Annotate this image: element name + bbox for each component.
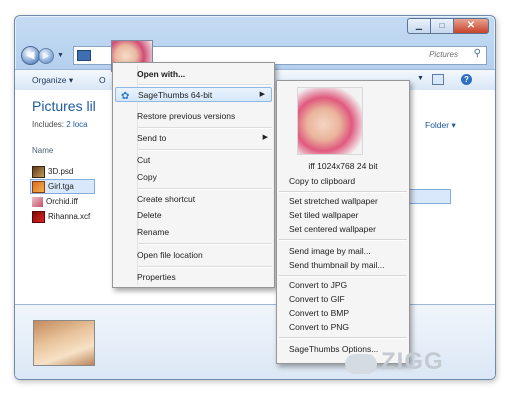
file-name: Orchid.iff (46, 197, 78, 206)
menu-item-label: Send to (137, 133, 167, 143)
sagethumbs-submenu: iff 1024x768 24 bit Copy to clipboard Se… (276, 80, 410, 364)
maximize-button[interactable]: □ (430, 18, 453, 34)
menu-item-open-file-location[interactable]: Open file location (113, 248, 274, 262)
minimize-button[interactable]: ▁ (407, 18, 430, 34)
help-icon[interactable]: ? (461, 74, 472, 85)
includes-label: Includes: (32, 120, 65, 129)
menu-item-open-with[interactable]: Open with... (113, 67, 274, 81)
file-name: Girl.tga (48, 182, 74, 191)
menu-separator (138, 243, 272, 245)
caption-buttons: ▁ □ ✕ (407, 18, 489, 34)
menu-item-label: Cut (137, 155, 151, 165)
arrange-by-dropdown[interactable]: Folder ▾ (425, 120, 456, 131)
navigation-buttons: ◀ ▶ ▼ (21, 46, 64, 65)
recent-pages-dropdown-icon[interactable]: ▼ (57, 52, 64, 59)
menu-item-delete[interactable]: Delete (113, 208, 274, 222)
column-header-name[interactable]: Name (32, 146, 53, 155)
submenu-item-convert-png[interactable]: Convert to PNG (289, 321, 349, 333)
submenu-item-copy-to-clipboard[interactable]: Copy to clipboard (289, 175, 355, 187)
xcf-file-icon (32, 210, 45, 223)
close-button[interactable]: ✕ (453, 18, 489, 34)
submenu-item-convert-gif[interactable]: Convert to GIF (289, 293, 345, 305)
list-item[interactable]: Orchid.iff (32, 194, 95, 209)
organize-button[interactable]: Organize ▾ (32, 75, 73, 86)
list-item[interactable]: Girl.tga (30, 179, 95, 194)
details-thumbnail-image (33, 320, 95, 366)
menu-item-label: SageThumbs 64-bit (138, 90, 213, 100)
submenu-item-tiled-wallpaper[interactable]: Set tiled wallpaper (289, 209, 358, 221)
menu-separator (138, 84, 272, 86)
preview-pane-icon[interactable] (432, 74, 444, 85)
menu-item-label: Create shortcut (137, 194, 196, 204)
file-list: 3D.psd Girl.tga Orchid.iff Rihanna.xcf (30, 164, 95, 224)
submenu-item-convert-jpg[interactable]: Convert to JPG (289, 279, 347, 291)
folder-location-icon (77, 50, 91, 61)
file-name: 3D.psd (48, 167, 74, 176)
menu-separator (138, 149, 272, 151)
menu-separator (279, 239, 407, 241)
psd-file-icon (32, 165, 45, 178)
menu-item-copy[interactable]: Copy (113, 170, 274, 184)
menu-item-rename[interactable]: Rename (113, 225, 274, 239)
tga-file-icon (32, 180, 45, 193)
library-title: Pictures lil (32, 98, 96, 114)
includes-locations-link[interactable]: 2 loca (66, 120, 87, 129)
submenu-item-send-image-by-mail[interactable]: Send image by mail... (289, 245, 371, 257)
forward-arrow-icon[interactable]: ▶ (38, 47, 54, 64)
search-icon[interactable]: ⚲ (474, 48, 481, 59)
submenu-item-convert-bmp[interactable]: Convert to BMP (289, 307, 349, 319)
menu-item-sagethumbs[interactable]: ✿ SageThumbs 64-bit ▶ (115, 87, 272, 102)
menu-item-label: Copy (137, 172, 157, 182)
menu-separator (138, 127, 272, 129)
site-watermark: ZIGG (345, 348, 495, 380)
menu-item-label: Restore previous versions (137, 111, 236, 121)
toolbar-button-cut[interactable]: O (99, 75, 106, 85)
image-preview (297, 87, 363, 155)
cloud-logo-icon (345, 354, 377, 374)
menu-item-label: Open file location (137, 250, 203, 260)
list-item[interactable]: Rihanna.xcf (32, 209, 95, 224)
image-info: iff 1024x768 24 bit (308, 161, 378, 171)
menu-item-cut[interactable]: Cut (113, 153, 274, 167)
menu-item-restore-previous-versions[interactable]: Restore previous versions (113, 109, 274, 123)
menu-separator (138, 188, 272, 190)
menu-item-create-shortcut[interactable]: Create shortcut (113, 192, 274, 206)
menu-item-label: Properties (137, 272, 176, 282)
context-menu: Open with... ✿ SageThumbs 64-bit ▶ Resto… (112, 62, 275, 288)
iff-file-icon (32, 196, 43, 207)
menu-item-label: Rename (137, 227, 170, 237)
submenu-item-send-thumbnail-by-mail[interactable]: Send thumbnail by mail... (289, 259, 384, 271)
submenu-item-centered-wallpaper[interactable]: Set centered wallpaper (289, 223, 376, 235)
submenu-arrow-icon: ▶ (262, 134, 268, 141)
submenu-arrow-icon: ▶ (259, 91, 265, 98)
list-item[interactable]: 3D.psd (32, 164, 95, 179)
search-box-placeholder[interactable]: Pictures (429, 50, 458, 59)
submenu-item-stretched-wallpaper[interactable]: Set stretched wallpaper (289, 195, 378, 207)
watermark-text: ZIGG (381, 348, 444, 375)
menu-item-properties[interactable]: Properties (113, 270, 274, 284)
menu-item-send-to[interactable]: Send to ▶ (113, 131, 274, 145)
file-name: Rihanna.xcf (48, 212, 91, 221)
menu-separator (138, 266, 272, 268)
view-options-dropdown-icon[interactable]: ▼ (417, 75, 424, 82)
library-includes: Includes: 2 loca (32, 120, 88, 129)
menu-separator (279, 337, 407, 339)
menu-item-label: Open with... (137, 69, 186, 79)
sagethumbs-icon: ✿ (121, 91, 130, 102)
menu-separator (279, 191, 407, 193)
menu-separator (279, 275, 407, 277)
menu-item-label: Delete (137, 210, 162, 220)
